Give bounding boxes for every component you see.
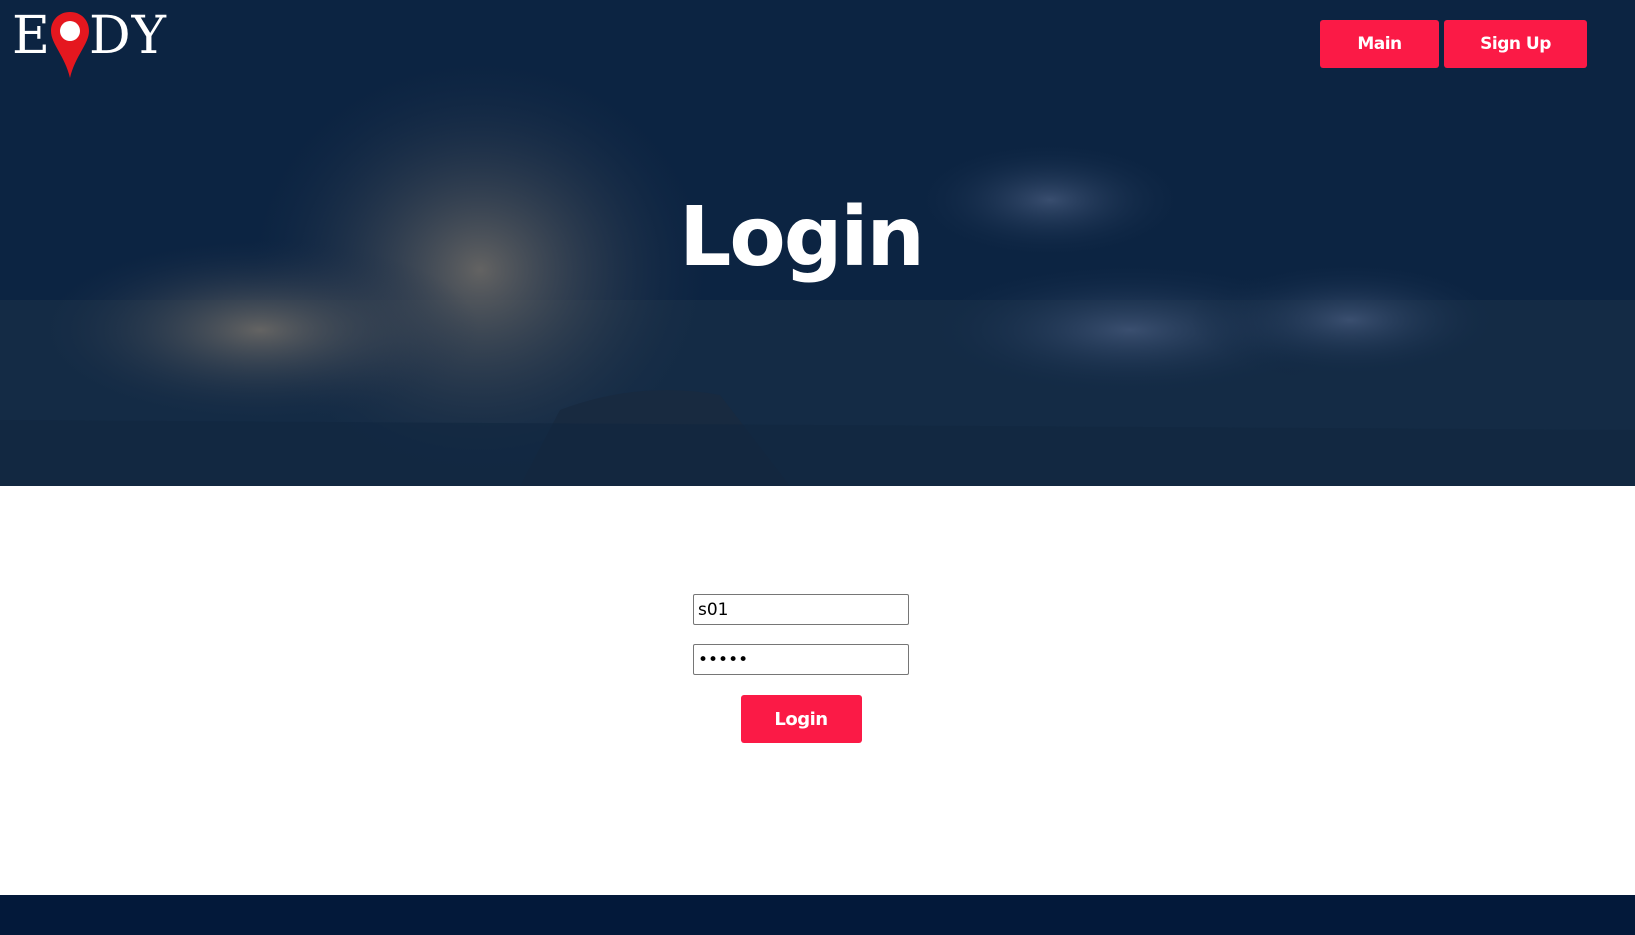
- footer-bar: [0, 895, 1635, 935]
- page-title: Login: [679, 190, 925, 285]
- top-nav: Main Sign Up: [1320, 20, 1587, 68]
- hero-banner: E DY Main Sign Up Login: [0, 0, 1635, 486]
- login-button[interactable]: Login: [740, 695, 862, 743]
- username-input[interactable]: [693, 594, 909, 625]
- sign-up-button[interactable]: Sign Up: [1444, 20, 1587, 68]
- logo-text-left: E: [12, 6, 51, 66]
- main-button[interactable]: Main: [1320, 20, 1439, 68]
- map-pin-icon: [50, 12, 89, 78]
- password-input[interactable]: [693, 644, 909, 675]
- logo-text-right: DY: [88, 6, 167, 66]
- login-form: Login: [693, 594, 909, 743]
- brand-logo[interactable]: E DY: [12, 6, 167, 78]
